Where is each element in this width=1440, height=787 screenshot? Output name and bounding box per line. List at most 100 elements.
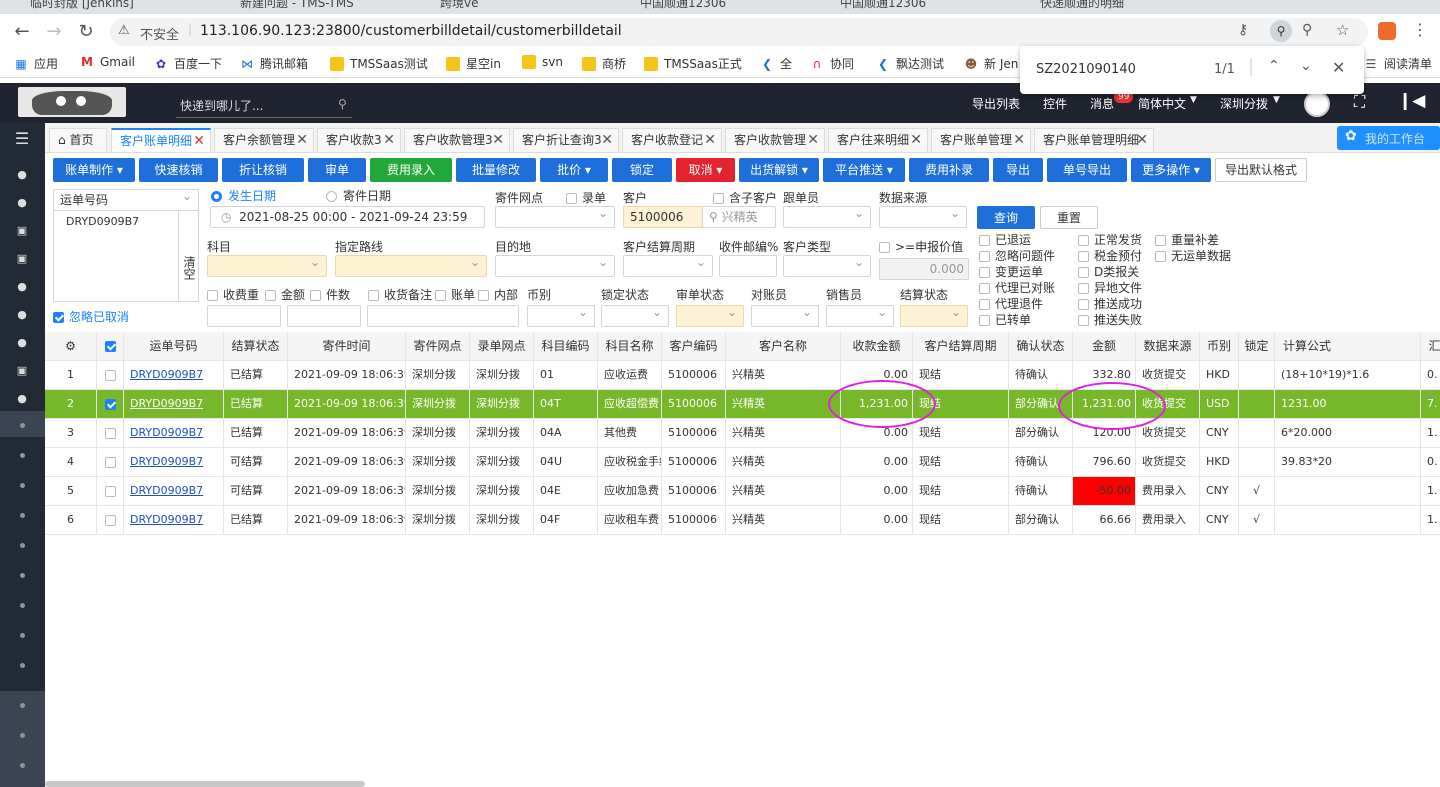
customer-code-input[interactable]: 5100006: [623, 206, 703, 228]
search-icon[interactable]: ⚲: [338, 97, 347, 111]
browser-tab[interactable]: 快递顺通的明细: [1040, 0, 1124, 14]
sidebar-dot[interactable]: [20, 573, 25, 578]
chat-icon[interactable]: ▣: [14, 252, 30, 265]
omnibox[interactable]: ⚠ 不安全 | 113.106.90.123:23800/customerbil…: [110, 18, 1368, 46]
col-header[interactable]: 结算状态: [224, 332, 288, 360]
customer-name-input[interactable]: ⚲ 兴精英: [702, 206, 776, 228]
controls-link[interactable]: 控件: [1043, 95, 1067, 112]
row-checkbox[interactable]: [97, 419, 124, 447]
back-icon[interactable]: ←: [10, 20, 34, 44]
col-header[interactable]: 寄件网点: [406, 332, 470, 360]
waybill-link[interactable]: DRYD0909B7: [124, 477, 224, 505]
waybill-textarea[interactable]: DRYD0909B7: [53, 210, 179, 302]
currency-select[interactable]: [527, 305, 595, 327]
col-header[interactable]: 收款金额: [841, 332, 913, 360]
sales-select[interactable]: [826, 305, 894, 327]
fee-entry-button[interactable]: 费用录入: [370, 158, 452, 182]
collapse-icon[interactable]: ❙◀: [1398, 91, 1425, 111]
radio-occur-date[interactable]: 发生日期: [211, 187, 276, 204]
bookmark-folder[interactable]: svn: [522, 55, 563, 69]
check-ignore-problem[interactable]: 忽略问题件: [979, 247, 1055, 264]
sidebar-dot[interactable]: [20, 603, 25, 608]
col-header[interactable]: 金额: [1073, 332, 1136, 360]
key-icon[interactable]: ⚷: [1238, 22, 1248, 38]
table-row[interactable]: 2 DRYD0909B7 已结算 2021-09-09 18:06:39 深圳分拨 深圳分…: [45, 386, 1440, 419]
bookmark-folder[interactable]: TMSSaas正式: [644, 55, 742, 72]
tab-receipt-mgmt[interactable]: 客户收款管理 ✕: [725, 128, 825, 152]
remark-input[interactable]: [367, 305, 519, 327]
fullscreen-icon[interactable]: ⛶: [1354, 92, 1365, 112]
discount-writeoff-button[interactable]: 折让核销: [222, 158, 304, 182]
table-row[interactable]: 6 DRYD0909B7 已结算 2021-09-09 18:06:39 深圳分拨 深圳分…: [45, 506, 1440, 535]
bookmark-jenkins[interactable]: ☻ 新 Jen: [964, 55, 1019, 72]
clear-button[interactable]: 清空: [178, 210, 199, 302]
amount-checkbox[interactable]: 金额: [265, 286, 305, 303]
tab-discount3[interactable]: 客户折让查询3 ✕: [513, 128, 619, 152]
row-checkbox[interactable]: [97, 361, 124, 389]
browser-tab[interactable]: 新建问题 - TMS-TMS: [240, 0, 354, 14]
row-checkbox[interactable]: [97, 448, 124, 476]
date-range-input[interactable]: ◷ 2021-08-25 00:00 - 2021-09-24 23:59: [210, 206, 485, 228]
edit-icon[interactable]: ▣: [14, 224, 30, 237]
fee-supplement-button[interactable]: 费用补录: [909, 158, 989, 182]
check-d-class[interactable]: D类报关: [1078, 263, 1139, 280]
data-source-select[interactable]: [879, 206, 967, 228]
zoom-icon[interactable]: ⚲: [1302, 22, 1312, 38]
col-header[interactable]: 确认状态: [1009, 332, 1073, 360]
sidebar-dot[interactable]: [20, 633, 25, 638]
check-returned[interactable]: 已退运: [979, 231, 1031, 248]
col-header[interactable]: 计算公式: [1275, 332, 1421, 360]
close-icon[interactable]: ✕: [910, 129, 922, 151]
info-icon[interactable]: ●: [14, 168, 30, 181]
tab-receipt3[interactable]: 客户收款3 ✕: [317, 128, 401, 152]
menu-toggle-icon[interactable]: ☰: [14, 129, 30, 148]
cancel-button[interactable]: 取消 ▾: [676, 158, 735, 182]
entry-order-checkbox[interactable]: 录单: [566, 189, 606, 206]
reading-list[interactable]: ☰ 阅读清单: [1364, 55, 1432, 72]
check-remote-file[interactable]: 异地文件: [1078, 279, 1142, 296]
bookmark-xietong[interactable]: ∩ 协同: [810, 55, 854, 72]
tab-bill-mgmt-detail[interactable]: 客户账单管理明细 ✕: [1034, 128, 1154, 152]
export-list-link[interactable]: 导出列表: [972, 95, 1020, 112]
include-sub-checkbox[interactable]: 含子客户: [713, 189, 777, 206]
user-icon[interactable]: ●: [14, 392, 30, 405]
settle-period-select[interactable]: [623, 255, 713, 277]
sidebar-dot[interactable]: [20, 703, 25, 708]
check-transferred[interactable]: 已转单: [979, 311, 1031, 328]
tab-receipt-mgmt3[interactable]: 客户收款管理3 ✕: [404, 128, 510, 152]
workspace-button[interactable]: ✿ 我的工作台: [1337, 126, 1440, 150]
coins-icon[interactable]: ●: [14, 336, 30, 349]
table-row[interactable]: 5 DRYD0909B7 可结算 2021-09-09 18:06:39 深圳分拨 深圳分…: [45, 477, 1440, 506]
col-header[interactable]: 运单号码: [124, 332, 224, 360]
extension-icon[interactable]: [1378, 22, 1396, 40]
batch-edit-button[interactable]: 批量修改: [456, 158, 536, 182]
col-header[interactable]: 科目名称: [598, 332, 662, 360]
close-icon[interactable]: ✕: [704, 129, 716, 151]
sidebar-dot[interactable]: [20, 513, 25, 518]
amount-input[interactable]: [287, 305, 361, 327]
check-push-ok[interactable]: 推送成功: [1078, 295, 1142, 312]
bookmark-apps[interactable]: ▦ 应用: [14, 55, 58, 72]
close-icon[interactable]: ✕: [807, 129, 819, 151]
waybill-link[interactable]: DRYD0909B7: [124, 506, 224, 534]
close-icon[interactable]: ✕: [492, 129, 504, 151]
col-header[interactable]: 客户名称: [726, 332, 841, 360]
col-header[interactable]: 数据来源: [1136, 332, 1200, 360]
browser-tab[interactable]: 中国顺通12306: [640, 0, 726, 14]
fee-weight-input[interactable]: [207, 305, 281, 327]
bill-make-button[interactable]: 账单制作 ▾: [53, 158, 135, 182]
declare-value-input[interactable]: 0.000: [879, 258, 969, 280]
check-change-waybill[interactable]: 变更运单: [979, 263, 1043, 280]
col-header[interactable]: 录单网点: [470, 332, 534, 360]
branch-select[interactable]: 深圳分拨: [1220, 95, 1268, 112]
lock-button[interactable]: 锁定: [612, 158, 672, 182]
waybill-link[interactable]: DRYD0909B7: [124, 419, 224, 447]
tab-receipt-reg[interactable]: 客户收款登记 ✕: [622, 128, 722, 152]
bookmark-folder[interactable]: 星空in: [446, 55, 501, 72]
browser-tab[interactable]: 中国顺通12306: [840, 0, 926, 14]
url-text[interactable]: 113.106.90.123:23800/customerbilldetail/…: [200, 23, 622, 39]
bookmark-piaoda[interactable]: ❮ 飘达测试: [876, 55, 944, 72]
row-checkbox[interactable]: [97, 477, 124, 505]
bill-checkbox[interactable]: 账单: [435, 286, 475, 303]
audit-status-select[interactable]: [676, 305, 744, 327]
